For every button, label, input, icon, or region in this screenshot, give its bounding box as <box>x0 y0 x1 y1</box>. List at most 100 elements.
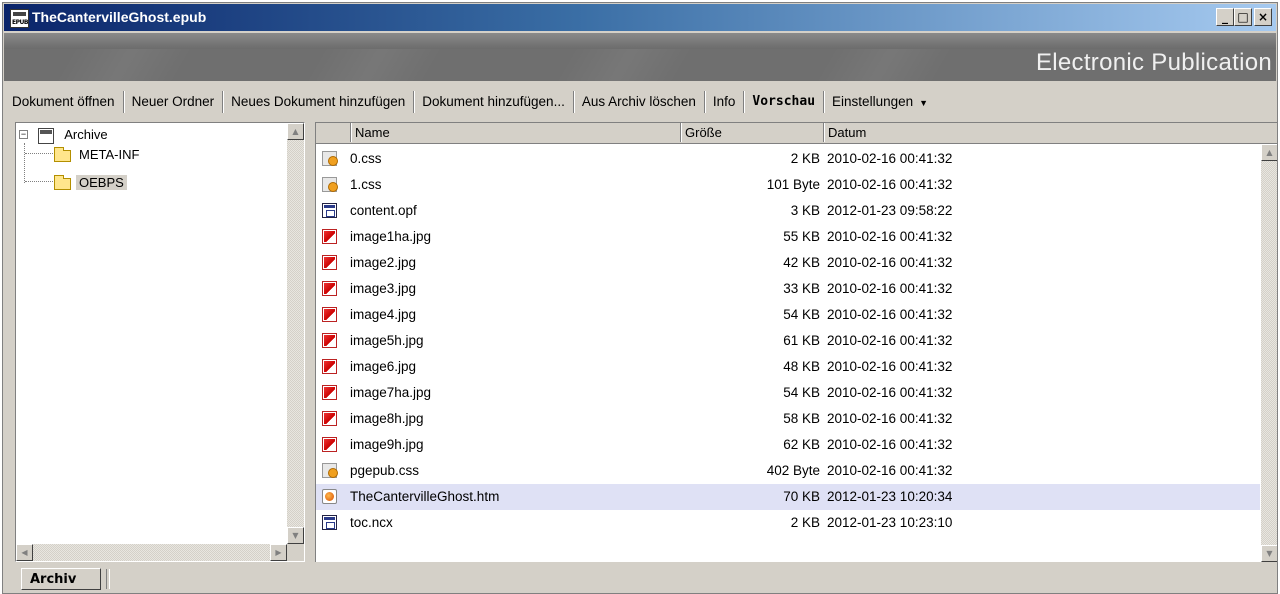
file-size: 61 KB <box>783 333 820 348</box>
settings-menu[interactable]: Einstellungen ▼ <box>824 91 936 113</box>
status-bar: Archiv <box>4 565 1276 591</box>
column-date[interactable]: Datum <box>823 123 1023 142</box>
table-row[interactable]: image5h.jpg 61 KB 2010-02-16 00:41:32 <box>316 328 1260 354</box>
image-file-icon <box>322 229 337 244</box>
table-row[interactable]: image3.jpg 33 KB 2010-02-16 00:41:32 <box>316 276 1260 302</box>
scroll-corner <box>287 544 304 561</box>
folder-tree: − Archive META-INF OEBPS ▲ ▼ ◀ ▶ <box>15 122 305 562</box>
file-size: 2 KB <box>790 515 820 530</box>
file-date: 2010-02-16 00:41:32 <box>827 151 953 166</box>
image-file-icon <box>322 255 337 270</box>
table-row[interactable]: toc.ncx 2 KB 2012-01-23 10:23:10 <box>316 510 1260 536</box>
title-bar[interactable]: EPUB TheCantervilleGhost.epub _ □ × <box>4 4 1276 31</box>
column-name[interactable]: Name <box>350 123 680 142</box>
app-window: EPUB TheCantervilleGhost.epub _ □ × Elec… <box>2 2 1278 594</box>
file-size: 70 KB <box>783 489 820 504</box>
image-file-icon <box>322 333 337 348</box>
collapse-icon[interactable]: − <box>19 130 28 139</box>
table-row[interactable]: 1.css 101 Byte 2010-02-16 00:41:32 <box>316 172 1260 198</box>
new-folder-button[interactable]: Neuer Ordner <box>124 91 224 113</box>
file-name: toc.ncx <box>350 515 393 530</box>
minimize-button[interactable]: _ <box>1216 8 1234 26</box>
file-size: 58 KB <box>783 411 820 426</box>
tree-horizontal-scrollbar[interactable]: ◀ ▶ <box>16 544 287 561</box>
scroll-down-icon[interactable]: ▼ <box>1261 545 1277 562</box>
file-size: 33 KB <box>783 281 820 296</box>
table-row[interactable]: content.opf 3 KB 2012-01-23 09:58:22 <box>316 198 1260 224</box>
image-file-icon <box>322 385 337 400</box>
file-name: image3.jpg <box>350 281 417 296</box>
close-button[interactable]: × <box>1254 8 1272 26</box>
tree-root-label: Archive <box>64 127 108 142</box>
pane-splitter[interactable] <box>305 122 315 562</box>
file-size: 2 KB <box>790 151 820 166</box>
file-name: image4.jpg <box>350 307 417 322</box>
file-name: TheCantervilleGhost.htm <box>350 489 500 504</box>
ncx-file-icon <box>322 515 337 530</box>
table-row[interactable]: image6.jpg 48 KB 2010-02-16 00:41:32 <box>316 354 1260 380</box>
toolbar: Dokument öffnen Neuer Ordner Neues Dokum… <box>4 87 1276 117</box>
file-date: 2010-02-16 00:41:32 <box>827 437 953 452</box>
column-size[interactable]: Größe <box>680 123 823 142</box>
file-name: 0.css <box>350 151 382 166</box>
css-file-icon <box>322 177 338 192</box>
file-date: 2012-01-23 10:23:10 <box>827 515 953 530</box>
scroll-up-icon[interactable]: ▲ <box>287 123 304 140</box>
file-date: 2010-02-16 00:41:32 <box>827 359 953 374</box>
tree-folder-oebps[interactable]: OEBPS <box>54 173 127 193</box>
file-name: image6.jpg <box>350 359 417 374</box>
tab-archiv[interactable]: Archiv <box>21 568 101 590</box>
delete-from-archive-button[interactable]: Aus Archiv löschen <box>574 91 705 113</box>
preview-button[interactable]: Vorschau <box>744 91 825 113</box>
table-row[interactable]: image1ha.jpg 55 KB 2010-02-16 00:41:32 <box>316 224 1260 250</box>
file-date: 2010-02-16 00:41:32 <box>827 229 953 244</box>
image-file-icon <box>322 281 337 296</box>
scroll-right-icon[interactable]: ▶ <box>270 544 287 561</box>
tree-root[interactable]: − Archive <box>19 125 111 145</box>
banner-title: Electronic Publication <box>1035 49 1272 76</box>
file-size: 402 Byte <box>766 463 820 478</box>
image-file-icon <box>322 437 337 452</box>
scroll-down-icon[interactable]: ▼ <box>287 527 304 544</box>
file-list: Name Größe Datum 0.css 2 KB 2010-02-16 00:… <box>315 122 1277 562</box>
list-body: 0.css 2 KB 2010-02-16 00:41:32 1.css 101 By… <box>316 144 1277 562</box>
table-row[interactable]: 0.css 2 KB 2010-02-16 00:41:32 <box>316 146 1260 172</box>
list-vertical-scrollbar[interactable]: ▲ ▼ <box>1261 144 1277 562</box>
file-date: 2010-02-16 00:41:32 <box>827 411 953 426</box>
table-row[interactable]: image7ha.jpg 54 KB 2010-02-16 00:41:32 <box>316 380 1260 406</box>
file-name: image1ha.jpg <box>350 229 432 244</box>
list-header: Name Größe Datum <box>316 123 1277 144</box>
table-row[interactable]: pgepub.css 402 Byte 2010-02-16 00:41:32 <box>316 458 1260 484</box>
window-title: TheCantervilleGhost.epub <box>32 9 207 25</box>
table-row[interactable]: TheCantervilleGhost.htm 70 KB 2012-01-23 1… <box>316 484 1260 510</box>
css-file-icon <box>322 463 338 478</box>
file-name: image9h.jpg <box>350 437 424 452</box>
file-date: 2010-02-16 00:41:32 <box>827 463 953 478</box>
folder-open-icon <box>54 174 71 190</box>
file-date: 2010-02-16 00:41:32 <box>827 177 953 192</box>
tree-folder-meta-inf[interactable]: META-INF <box>54 145 142 165</box>
banner: Electronic Publication <box>4 33 1276 81</box>
file-size: 55 KB <box>783 229 820 244</box>
tree-vertical-scrollbar[interactable]: ▲ ▼ <box>287 123 304 544</box>
file-size: 48 KB <box>783 359 820 374</box>
table-row[interactable]: image9h.jpg 62 KB 2010-02-16 00:41:32 <box>316 432 1260 458</box>
maximize-button[interactable]: □ <box>1234 8 1252 26</box>
info-button[interactable]: Info <box>705 91 745 113</box>
open-document-button[interactable]: Dokument öffnen <box>4 91 124 113</box>
table-row[interactable]: image4.jpg 54 KB 2010-02-16 00:41:32 <box>316 302 1260 328</box>
tree-folder-label: META-INF <box>79 147 140 162</box>
dropdown-arrow-icon: ▼ <box>919 98 929 108</box>
file-date: 2010-02-16 00:41:32 <box>827 385 953 400</box>
file-size: 42 KB <box>783 255 820 270</box>
scroll-up-icon[interactable]: ▲ <box>1261 144 1277 161</box>
add-new-document-button[interactable]: Neues Dokument hinzufügen <box>223 91 415 113</box>
table-row[interactable]: image2.jpg 42 KB 2010-02-16 00:41:32 <box>316 250 1260 276</box>
add-document-button[interactable]: Dokument hinzufügen... <box>414 91 574 113</box>
file-size: 54 KB <box>783 385 820 400</box>
table-row[interactable]: image8h.jpg 58 KB 2010-02-16 00:41:32 <box>316 406 1260 432</box>
file-size: 3 KB <box>790 203 820 218</box>
file-size: 101 Byte <box>766 177 820 192</box>
tree-folder-label: OEBPS <box>76 175 127 190</box>
scroll-left-icon[interactable]: ◀ <box>16 544 33 561</box>
